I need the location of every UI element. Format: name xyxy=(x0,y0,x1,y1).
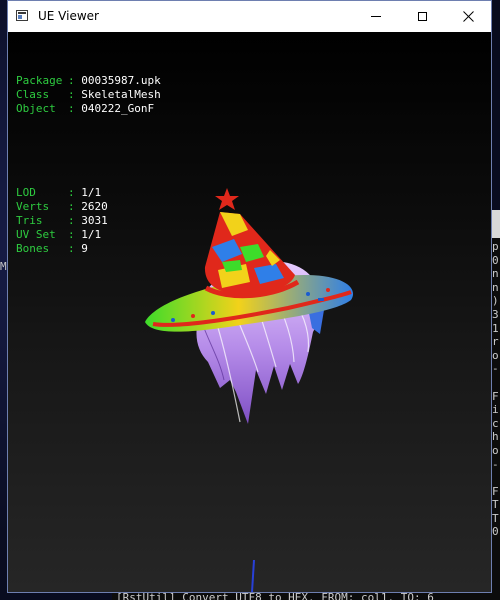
info-value: 1/1 xyxy=(81,186,102,199)
info-label: Object xyxy=(16,102,56,115)
info-label: Bones xyxy=(16,242,50,255)
info-row: Tris: 3031 xyxy=(16,214,161,228)
title-bar[interactable]: UE Viewer xyxy=(8,1,491,32)
3d-viewport[interactable]: Package: 00035987.upk Class: SkeletalMesh… xyxy=(8,32,491,592)
info-value: 040222_GonF xyxy=(81,102,155,115)
info-label: Tris xyxy=(16,214,43,227)
window-title: UE Viewer xyxy=(38,9,99,23)
bone-line xyxy=(251,559,255,592)
info-row: Verts: 2620 xyxy=(16,200,161,214)
info-row: Bones: 9 xyxy=(16,242,161,256)
info-label: Package xyxy=(16,74,63,87)
info-label: Verts xyxy=(16,200,50,213)
maximize-button[interactable] xyxy=(399,1,445,32)
info-separator: : xyxy=(68,74,82,87)
mesh-info-overlay: Package: 00035987.upk Class: SkeletalMesh… xyxy=(16,46,161,284)
info-value: SkeletalMesh xyxy=(81,88,161,101)
info-separator: : xyxy=(68,214,82,227)
info-value: 3031 xyxy=(81,214,108,227)
info-separator: : xyxy=(68,200,82,213)
minimize-button[interactable] xyxy=(353,1,399,32)
info-value: 1/1 xyxy=(81,228,102,241)
console-text: p 0 n n ) 3 1 r o - F i c h o - F T T 0 xyxy=(492,240,499,539)
maximize-icon xyxy=(417,12,427,21)
info-separator: : xyxy=(68,186,82,199)
ue-viewer-app-icon[interactable] xyxy=(16,10,28,21)
ue-viewer-window[interactable]: UE Viewer Package: 00035987.upk Class:… xyxy=(7,0,492,593)
hat-cone xyxy=(204,212,300,299)
info-label: Class xyxy=(16,88,50,101)
desktop-edge-text: M xyxy=(0,260,7,273)
info-row: Class: SkeletalMesh xyxy=(16,88,161,102)
hat-star xyxy=(215,188,239,210)
info-row: LOD: 1/1 xyxy=(16,186,161,200)
close-icon xyxy=(462,11,474,22)
info-label: UV Set xyxy=(16,228,56,241)
info-row: Object: 040222_GonF xyxy=(16,102,161,116)
console-bottom-text: [RstUtil] Convert UTF8 to HEX. FROM: col… xyxy=(116,591,434,600)
info-row: Package: 00035987.upk xyxy=(16,74,161,88)
info-separator: : xyxy=(68,88,82,101)
info-separator: : xyxy=(68,242,82,255)
info-separator: : xyxy=(68,102,82,115)
info-value: 2620 xyxy=(81,200,108,213)
info-group-mesh-stats: LOD: 1/1 Verts: 2620 Tris: 3031 UV Set: 1/1… xyxy=(16,186,161,256)
info-group-package: Package: 00035987.upk Class: SkeletalMesh… xyxy=(16,74,161,116)
info-separator: : xyxy=(68,228,82,241)
close-button[interactable] xyxy=(445,1,491,32)
info-value: 9 xyxy=(81,242,88,255)
minimize-icon xyxy=(371,16,381,17)
info-row: UV Set: 1/1 xyxy=(16,228,161,242)
info-value: 00035987.upk xyxy=(81,74,161,87)
info-label: LOD xyxy=(16,186,36,199)
